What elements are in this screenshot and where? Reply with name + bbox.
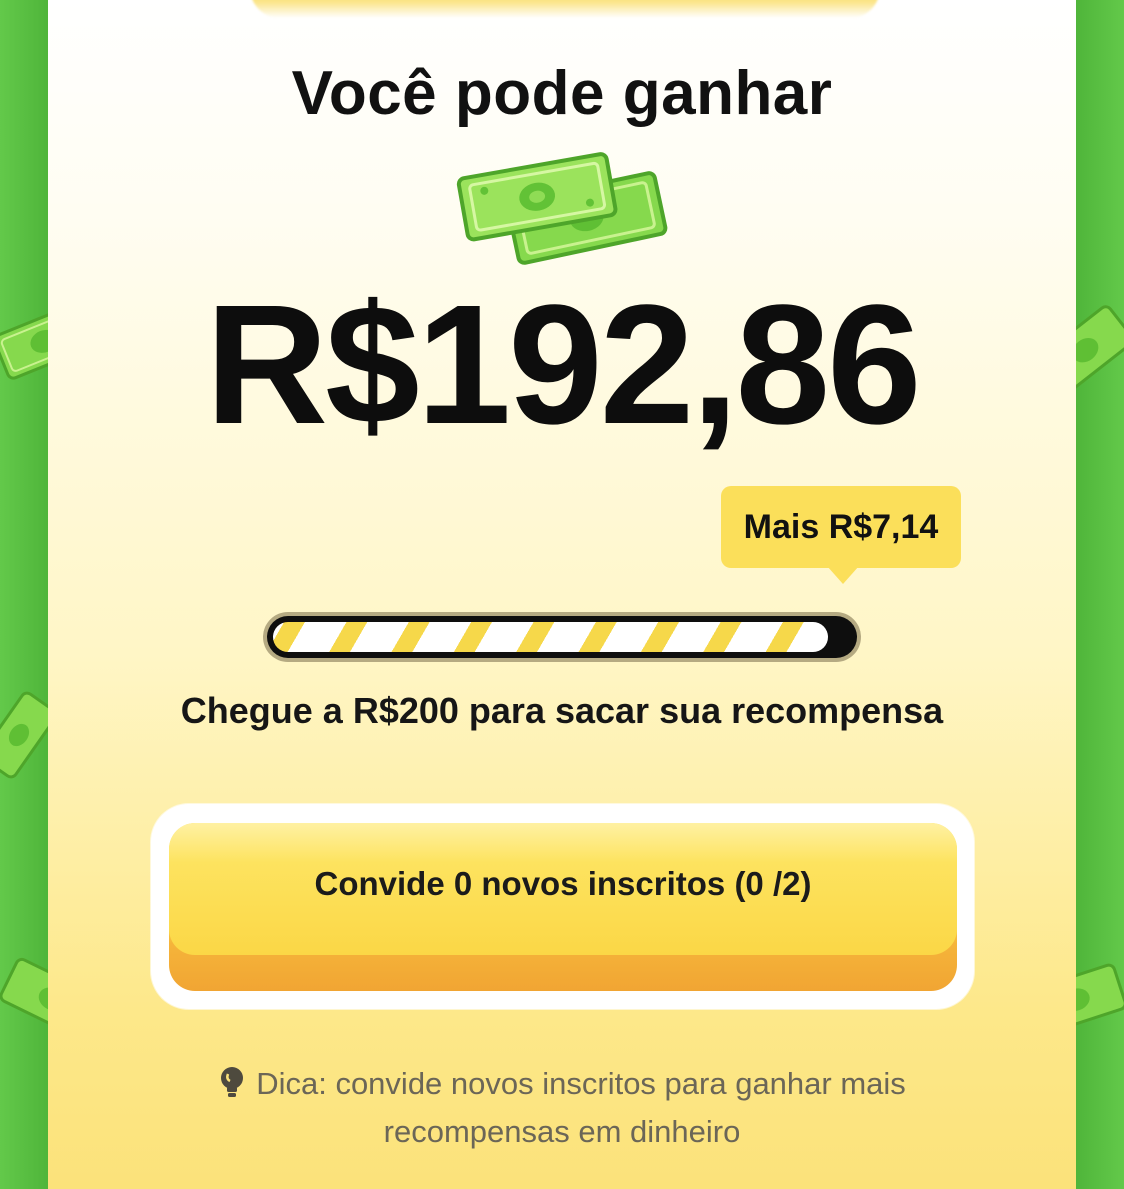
tip-line-1: Dica: convide novos inscritos para ganha…	[160, 1060, 964, 1108]
money-bills-icon	[456, 152, 668, 265]
lightbulb-icon	[221, 1067, 244, 1097]
progress-fill	[273, 622, 828, 652]
remaining-amount-tooltip: Mais R$7,14	[721, 486, 961, 568]
invite-button-label: Convide 0 novos inscritos (0 /2)	[314, 865, 812, 902]
tip-line-2: recompensas em dinheiro	[383, 1114, 741, 1149]
withdraw-goal-text: Chegue a R$200 para sacar sua recompensa	[180, 690, 944, 731]
progress-bar	[263, 612, 861, 662]
reward-screen: Você pode ganhar R$192,86 Mais R$7,14 Ch…	[0, 0, 1124, 1189]
tooltip-arrow	[827, 566, 859, 584]
page-title: Você pode ganhar	[291, 59, 833, 128]
progress-track	[267, 616, 857, 658]
tip-text: Dica: convide novos inscritos para ganha…	[160, 1060, 964, 1156]
invite-button[interactable]: Convide 0 novos inscritos (0 /2)	[169, 823, 957, 991]
reward-amount: R$192,86	[205, 270, 921, 460]
tip-line-1-text: Dica: convide novos inscritos para ganha…	[256, 1066, 906, 1101]
top-banner-glow	[250, 0, 880, 18]
